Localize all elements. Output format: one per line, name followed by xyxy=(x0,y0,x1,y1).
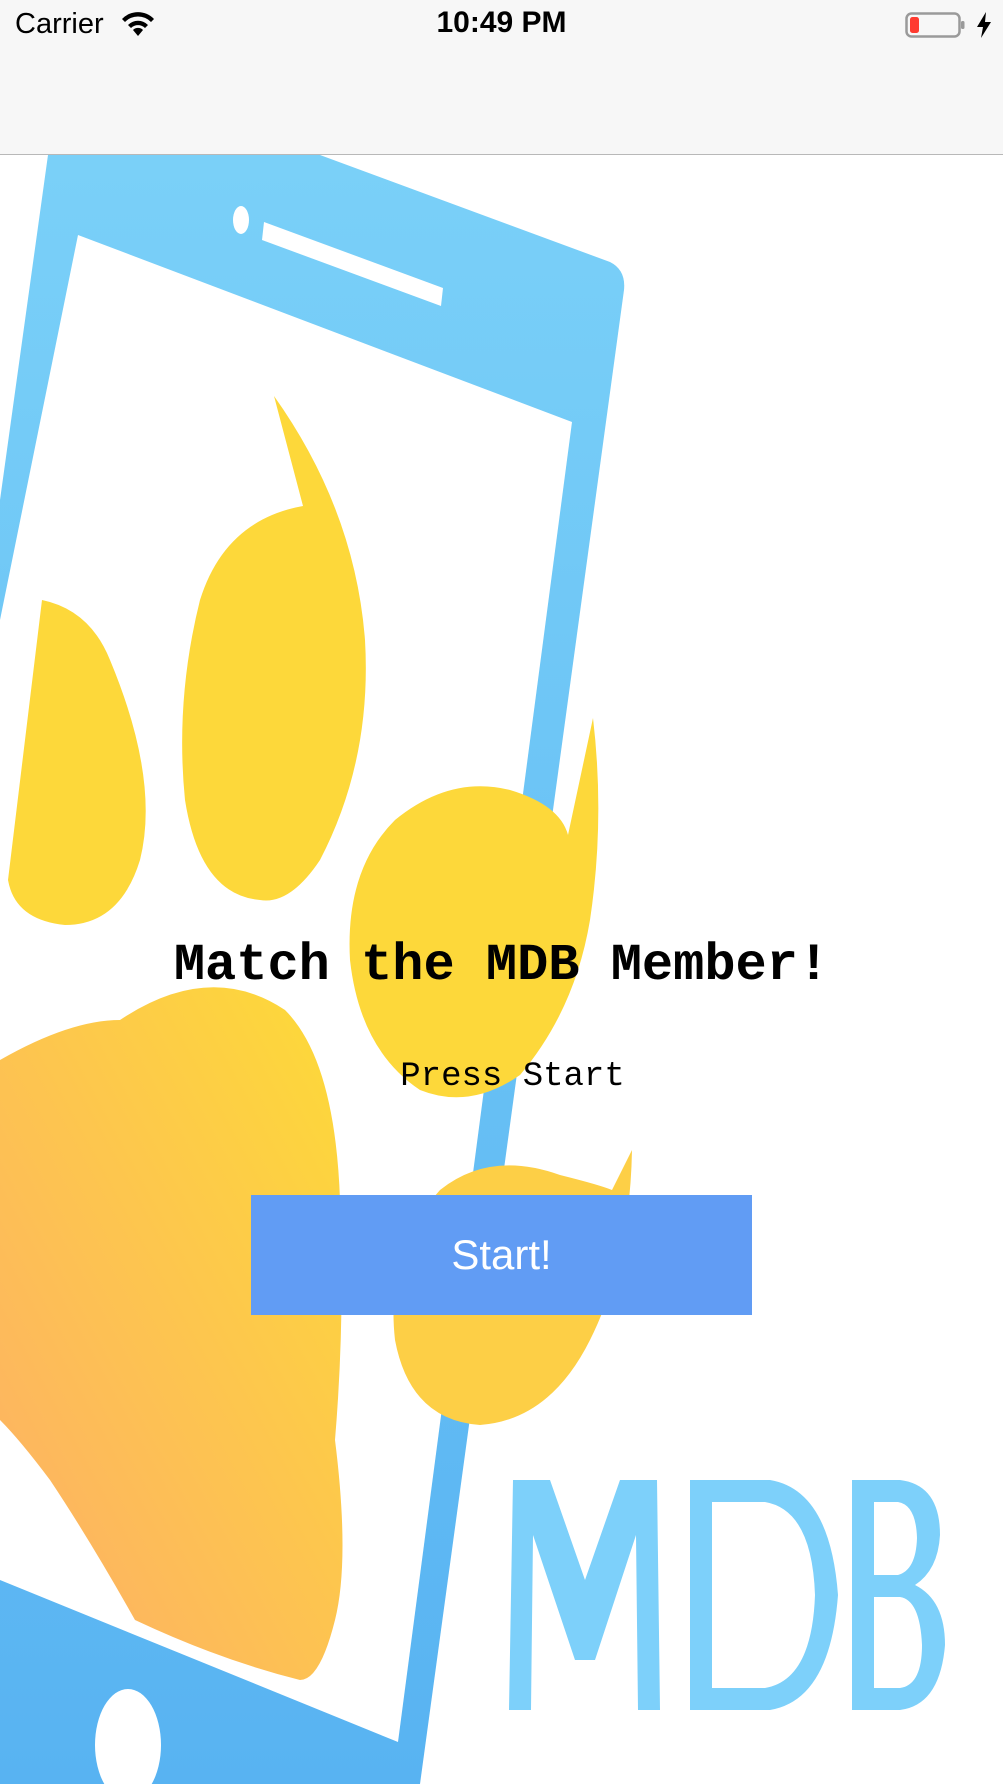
navigation-bar xyxy=(0,50,1003,155)
battery-low-icon xyxy=(905,12,965,38)
status-time: 10:49 PM xyxy=(436,6,567,39)
mdb-logo xyxy=(509,1480,945,1710)
press-start-label: Press Start xyxy=(400,1058,625,1096)
page-title: Match the MDB Member! xyxy=(173,936,830,995)
status-bar: Carrier 10:49 PM xyxy=(0,0,1003,50)
start-button[interactable]: Start! xyxy=(251,1195,752,1315)
charging-bolt-icon xyxy=(977,12,991,38)
